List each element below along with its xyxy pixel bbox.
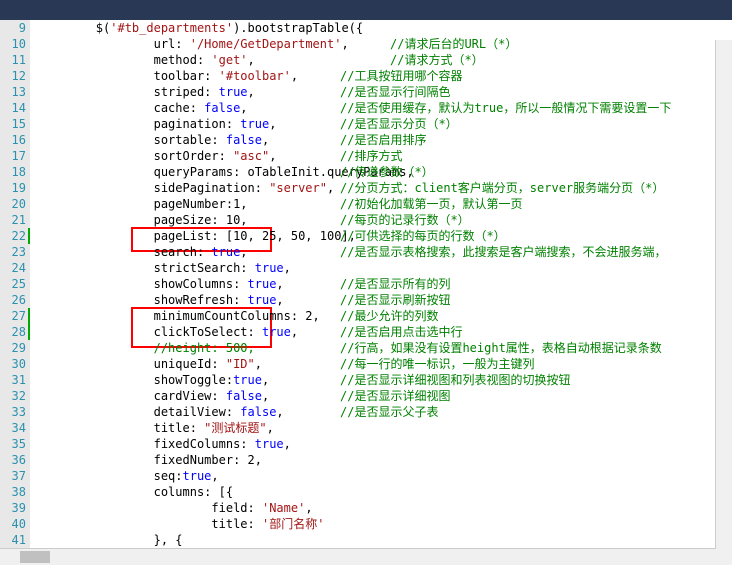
- code-line[interactable]: strictSearch: true,: [30, 260, 732, 276]
- line-number: 13: [2, 84, 26, 100]
- code-line[interactable]: pageList: [10, 25, 50, 100],//可供选择的每页的行数…: [30, 228, 732, 244]
- line-number: 39: [2, 500, 26, 516]
- code-line[interactable]: field: 'Name',: [30, 500, 732, 516]
- line-number: 31: [2, 372, 26, 388]
- line-number: 27: [2, 308, 26, 324]
- code-line[interactable]: clickToSelect: true,//是否启用点击选中行: [30, 324, 732, 340]
- line-number: 20: [2, 196, 26, 212]
- code-line[interactable]: queryParams: oTableInit.queryParams,//传递…: [30, 164, 732, 180]
- line-number: 41: [2, 532, 26, 548]
- code-line[interactable]: $('#tb_departments').bootstrapTable({: [30, 20, 732, 36]
- code-line[interactable]: title: "测试标题",: [30, 420, 732, 436]
- line-number: 18: [2, 164, 26, 180]
- line-number: 15: [2, 116, 26, 132]
- line-number-gutter: 9101112131415161718192021222324252627282…: [0, 20, 30, 565]
- line-number: 35: [2, 436, 26, 452]
- code-line[interactable]: url: '/Home/GetDepartment',//请求后台的URL（*）: [30, 36, 732, 52]
- code-editor[interactable]: 9101112131415161718192021222324252627282…: [0, 20, 732, 565]
- scroll-thumb[interactable]: [20, 551, 50, 563]
- line-number: 40: [2, 516, 26, 532]
- editor-tabs[interactable]: [0, 0, 732, 20]
- code-line[interactable]: cardView: false,//是否显示详细视图: [30, 388, 732, 404]
- code-line[interactable]: detailView: false, //是否显示父子表: [30, 404, 732, 420]
- code-line[interactable]: uniqueId: "ID",//每一行的唯一标识，一般为主键列: [30, 356, 732, 372]
- code-line[interactable]: }, {: [30, 532, 732, 548]
- code-line[interactable]: sortable: false, //是否启用排序: [30, 132, 732, 148]
- code-line[interactable]: pageSize: 10,//每页的记录行数（*）: [30, 212, 732, 228]
- code-line[interactable]: pageNumber:1,//初始化加载第一页，默认第一页: [30, 196, 732, 212]
- horizontal-scrollbar[interactable]: [0, 548, 716, 565]
- line-number: 24: [2, 260, 26, 276]
- code-line[interactable]: pagination: true,//是否显示分页（*）: [30, 116, 732, 132]
- code-line[interactable]: showRefresh: true,//是否显示刷新按钮: [30, 292, 732, 308]
- line-number: 32: [2, 388, 26, 404]
- line-number: 36: [2, 452, 26, 468]
- code-line[interactable]: toolbar: '#toolbar',//工具按钮用哪个容器: [30, 68, 732, 84]
- code-line[interactable]: fixedColumns: true,: [30, 436, 732, 452]
- code-line[interactable]: minimumCountColumns: 2,//最少允许的列数: [30, 308, 732, 324]
- line-number: 37: [2, 468, 26, 484]
- code-line[interactable]: cache: false,//是否使用缓存，默认为true，所以一般情况下需要设…: [30, 100, 732, 116]
- code-line[interactable]: columns: [{: [30, 484, 732, 500]
- code-line[interactable]: showToggle:true,//是否显示详细视图和列表视图的切换按钮: [30, 372, 732, 388]
- line-number: 22: [2, 228, 26, 244]
- line-number: 16: [2, 132, 26, 148]
- code-line[interactable]: showColumns: true,//是否显示所有的列: [30, 276, 732, 292]
- line-number: 34: [2, 420, 26, 436]
- code-line[interactable]: fixedNumber: 2,: [30, 452, 732, 468]
- code-line[interactable]: seq:true,: [30, 468, 732, 484]
- line-number: 10: [2, 36, 26, 52]
- line-number: 23: [2, 244, 26, 260]
- line-number: 38: [2, 484, 26, 500]
- code-line[interactable]: sidePagination: "server",//分页方式：client客户…: [30, 180, 732, 196]
- line-number: 30: [2, 356, 26, 372]
- line-number: 25: [2, 276, 26, 292]
- code-line[interactable]: method: 'get',//请求方式（*）: [30, 52, 732, 68]
- line-number: 33: [2, 404, 26, 420]
- line-number: 9: [2, 20, 26, 36]
- line-number: 19: [2, 180, 26, 196]
- line-number: 11: [2, 52, 26, 68]
- code-line[interactable]: striped: true,//是否显示行间隔色: [30, 84, 732, 100]
- code-line[interactable]: //height: 500,//行高，如果没有设置height属性，表格自动根据…: [30, 340, 732, 356]
- vertical-scrollbar[interactable]: [715, 40, 732, 565]
- line-number: 21: [2, 212, 26, 228]
- line-number: 14: [2, 100, 26, 116]
- code-area[interactable]: $('#tb_departments').bootstrapTable({ ur…: [30, 20, 732, 565]
- line-number: 17: [2, 148, 26, 164]
- line-number: 28: [2, 324, 26, 340]
- line-number: 29: [2, 340, 26, 356]
- line-number: 26: [2, 292, 26, 308]
- code-line[interactable]: search: true,//是否显示表格搜索，此搜索是客户端搜索，不会进服务端…: [30, 244, 732, 260]
- code-line[interactable]: title: '部门名称': [30, 516, 732, 532]
- line-number: 12: [2, 68, 26, 84]
- code-line[interactable]: sortOrder: "asc",//排序方式: [30, 148, 732, 164]
